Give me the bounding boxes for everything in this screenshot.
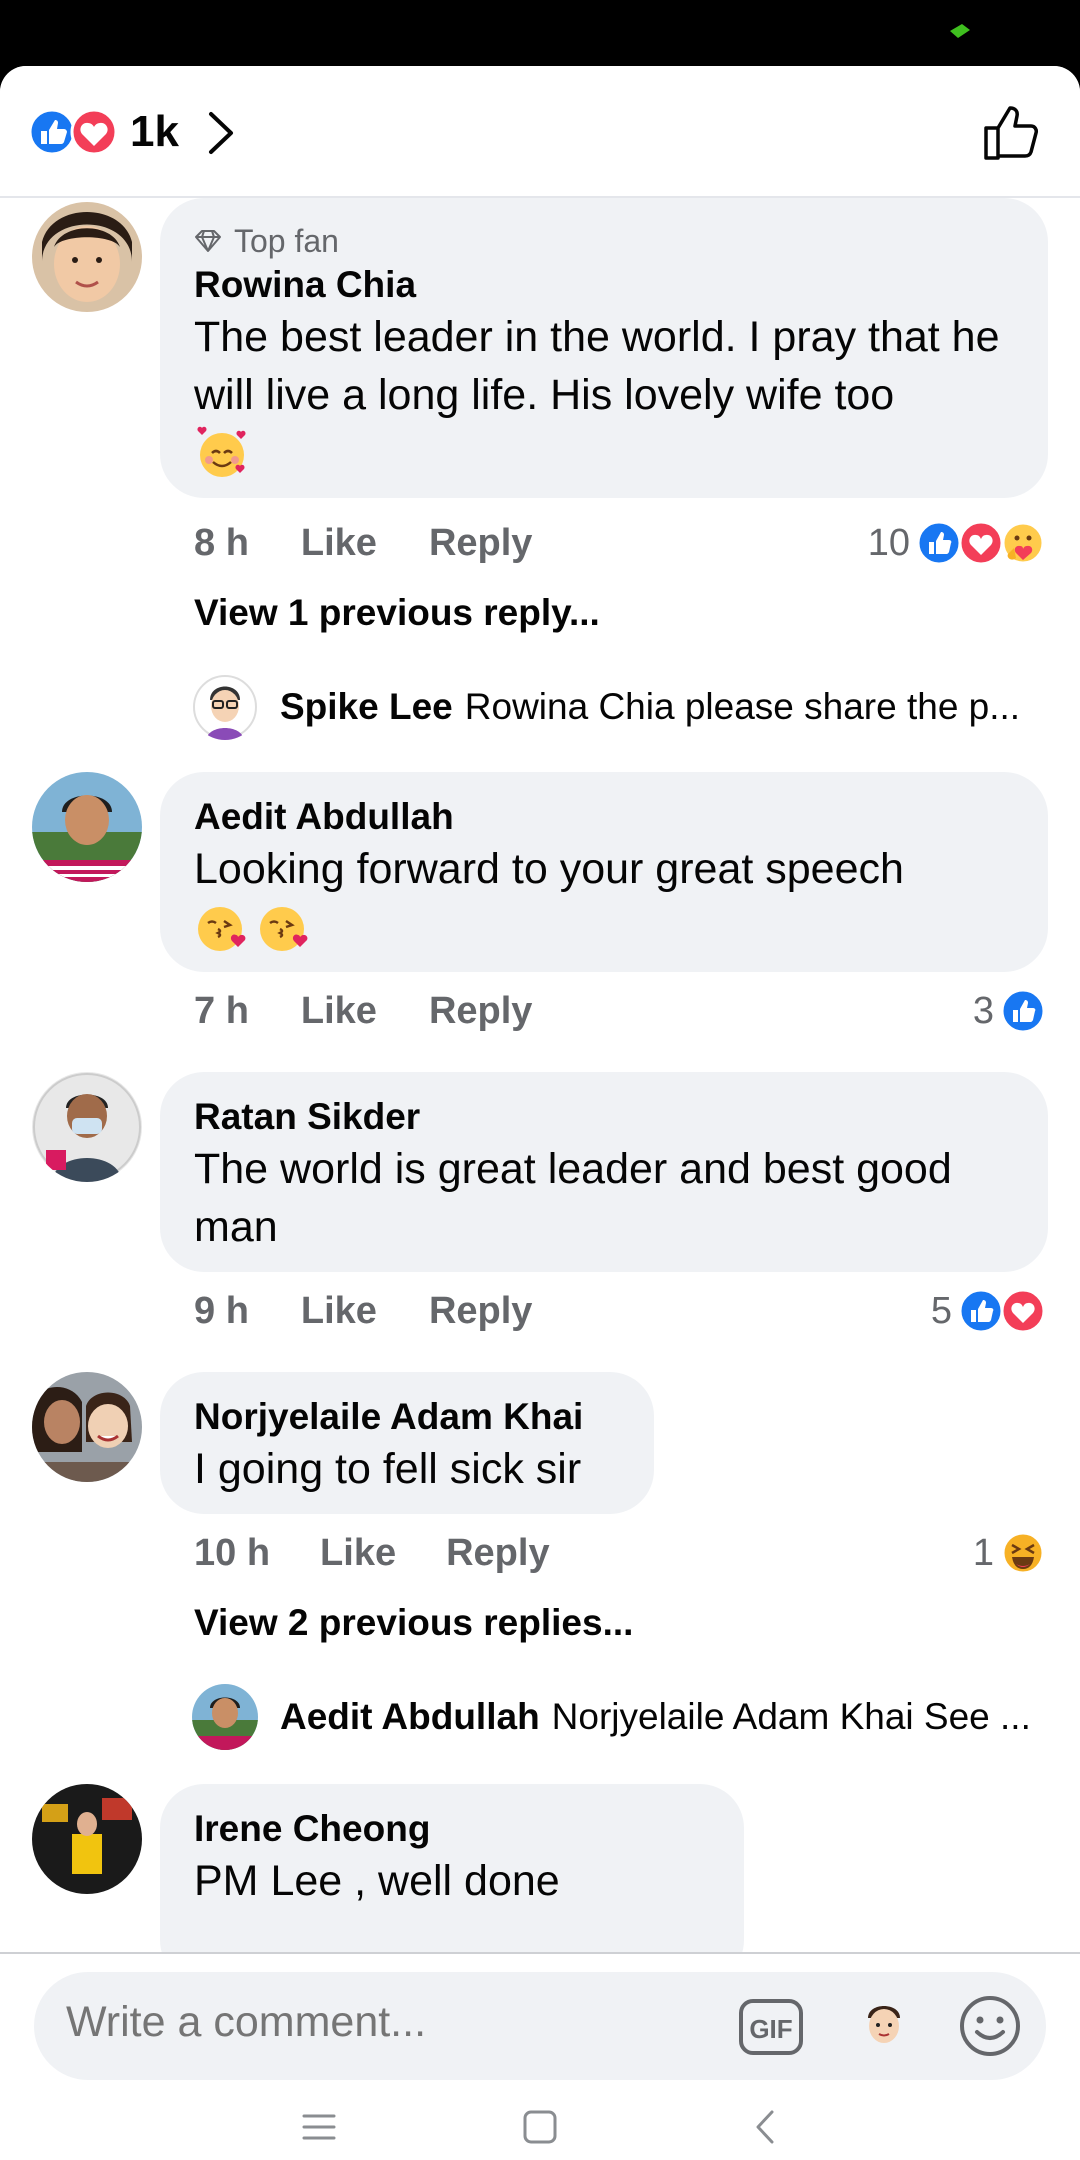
avatar[interactable]	[32, 1372, 142, 1482]
comment-text: PM Lee , well done	[194, 1857, 560, 1905]
comment-reactions[interactable]: 1	[973, 1528, 1046, 1578]
chevron-right-icon[interactable]	[206, 110, 236, 156]
comment-time[interactable]: 10 h	[194, 1532, 270, 1575]
like-reaction-icon	[1000, 988, 1046, 1034]
like-reaction-icon	[916, 520, 962, 566]
comment-text: The best leader in the world. I pray tha…	[194, 313, 1000, 419]
smiling-face-with-hearts-icon	[197, 426, 246, 477]
reply-author[interactable]: Spike Lee	[280, 686, 453, 727]
care-reaction-icon	[1001, 521, 1045, 565]
comment-actions: 7 h Like Reply	[194, 986, 532, 1036]
comment-actions: 10 h Like Reply	[194, 1528, 550, 1578]
reaction-count: 5	[930, 1289, 952, 1332]
view-replies-link[interactable]: View 1 previous reply...	[194, 592, 600, 634]
like-button[interactable]: Like	[301, 1290, 377, 1333]
network-indicator-icon	[950, 24, 970, 38]
composer-field[interactable]: GIF	[34, 1972, 1046, 2080]
reaction-count: 1	[972, 1531, 994, 1574]
system-navigation-bar	[0, 2094, 1080, 2160]
comment-author[interactable]: Rowina Chia	[194, 262, 1014, 308]
comment-text: Looking forward to your great speech	[194, 845, 904, 893]
avatar[interactable]	[32, 772, 142, 882]
like-reaction-icon	[958, 1288, 1004, 1334]
reaction-count[interactable]: 1k	[130, 104, 179, 160]
comment-emoji	[194, 898, 1014, 956]
top-fan-badge: Top fan	[194, 220, 1014, 262]
avatar[interactable]	[32, 1784, 142, 1894]
home-icon[interactable]	[515, 2102, 565, 2152]
comment-reactions[interactable]: 5	[931, 1286, 1046, 1336]
like-button[interactable]: Like	[301, 522, 377, 565]
comment-input[interactable]	[66, 1998, 706, 2047]
reply-text: Rowina Chia please share the p...	[464, 686, 1021, 727]
reaction-summary-icons[interactable]	[28, 106, 122, 158]
face-blowing-kiss-icon	[260, 907, 308, 951]
comment-time[interactable]: 9 h	[194, 1290, 249, 1333]
comments-list[interactable]: Top fan Rowina Chia The best leader in t…	[0, 198, 1080, 1952]
comment-author[interactable]: Irene Cheong	[194, 1806, 710, 1852]
comment-bubble[interactable]: Aedit Abdullah Looking forward to your g…	[160, 772, 1048, 972]
reply-text: Norjyelaile Adam Khai See ...	[551, 1696, 1031, 1737]
comment-text: I going to fell sick sir	[194, 1445, 582, 1493]
back-icon[interactable]	[742, 2102, 792, 2152]
avatar[interactable]	[32, 202, 142, 312]
like-outline-icon[interactable]	[982, 102, 1040, 162]
reaction-count: 3	[972, 989, 994, 1032]
comment-reactions[interactable]: 10	[868, 518, 1046, 568]
gif-label: GIF	[749, 2014, 792, 2044]
reply-button[interactable]: Reply	[446, 1532, 549, 1575]
avatar[interactable]	[32, 1072, 142, 1182]
comment-bubble[interactable]: Top fan Rowina Chia The best leader in t…	[160, 198, 1048, 498]
reply-button[interactable]: Reply	[429, 990, 532, 1033]
love-reaction-icon	[958, 520, 1004, 566]
comment-text: The world is great leader and best good …	[194, 1145, 952, 1251]
haha-reaction-icon	[1001, 1531, 1045, 1575]
reply-button[interactable]: Reply	[429, 522, 532, 565]
menu-icon[interactable]	[294, 2102, 344, 2152]
avatar[interactable]	[192, 674, 258, 740]
comment-emoji	[194, 424, 1014, 482]
badge-label: Top fan	[234, 222, 339, 259]
comment-author[interactable]: Norjyelaile Adam Khai	[194, 1394, 620, 1440]
view-replies-link[interactable]: View 2 previous replies...	[194, 1602, 633, 1644]
comment-reactions[interactable]: 3	[973, 986, 1046, 1036]
comment-bubble[interactable]: Norjyelaile Adam Khai I going to fell si…	[160, 1372, 654, 1514]
reply-preview[interactable]: Aedit Abdullah Norjyelaile Adam Khai See …	[280, 1696, 1040, 1738]
avatar-sticker-icon[interactable]	[852, 1994, 916, 2058]
comment-author[interactable]: Aedit Abdullah	[194, 794, 1014, 840]
avatar[interactable]	[192, 1684, 258, 1750]
reply-author[interactable]: Aedit Abdullah	[280, 1696, 540, 1737]
reaction-count: 10	[867, 521, 910, 564]
comment-author[interactable]: Ratan Sikder	[194, 1094, 1014, 1140]
reply-preview[interactable]: Spike Lee Rowina Chia please share the p.…	[280, 686, 1040, 728]
comment-bubble[interactable]: Ratan Sikder The world is great leader a…	[160, 1072, 1048, 1272]
gif-icon[interactable]: GIF	[738, 1998, 804, 2056]
emoji-icon[interactable]	[958, 1994, 1022, 2058]
comment-bubble[interactable]: Irene Cheong PM Lee , well done	[160, 1784, 744, 1952]
diamond-icon	[195, 230, 221, 252]
reactions-header: 1k	[0, 66, 1080, 198]
status-bar	[0, 0, 1080, 66]
like-button[interactable]: Like	[320, 1532, 396, 1575]
comments-sheet: 1k Top fan Rowina Chia The best leader i…	[0, 66, 1080, 2160]
reply-button[interactable]: Reply	[429, 1290, 532, 1333]
face-blowing-kiss-icon	[198, 907, 246, 951]
love-reaction-icon	[1000, 1288, 1046, 1334]
comment-actions: 9 h Like Reply	[194, 1286, 532, 1336]
comment-time[interactable]: 8 h	[194, 522, 249, 565]
comment-time[interactable]: 7 h	[194, 990, 249, 1033]
comment-actions: 8 h Like Reply	[194, 518, 532, 568]
like-button[interactable]: Like	[301, 990, 377, 1033]
comment-composer: GIF	[0, 1952, 1080, 2096]
